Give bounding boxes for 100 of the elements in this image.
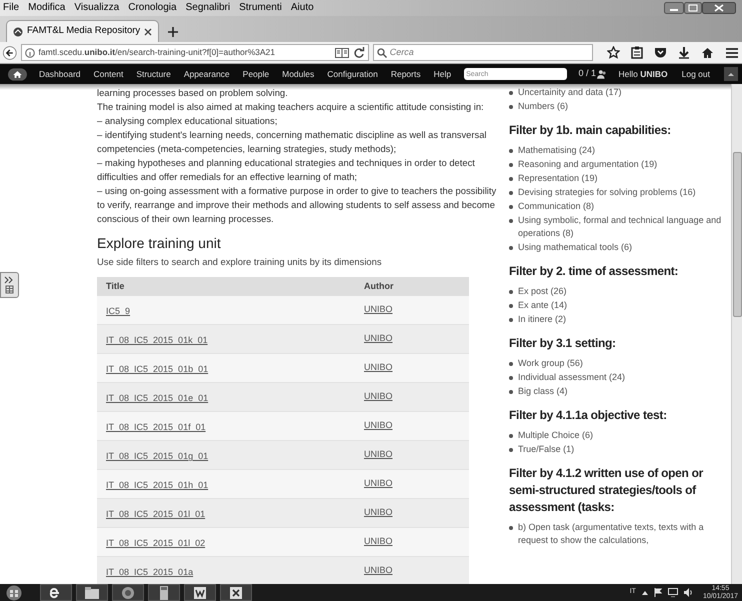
site-icon[interactable] [13,26,23,36]
author-link[interactable]: UNIBO [364,477,393,491]
taskbar-app[interactable] [76,584,108,601]
collapse-icon[interactable] [724,67,738,81]
bullet-icon[interactable] [509,304,513,308]
toolbar-link[interactable]: Help [434,68,452,80]
clipboard-icon[interactable] [631,46,643,59]
author-link[interactable]: UNIBO [364,361,393,375]
bullet-icon[interactable] [509,105,513,109]
menu-item[interactable]: Visualizza [74,3,120,13]
logout-link[interactable]: Log out [682,68,710,80]
download-icon[interactable] [678,46,690,59]
star-icon[interactable] [607,46,620,59]
toolbar-link[interactable]: Content [94,68,124,80]
filter-option[interactable]: Using mathematical tools (6) [518,241,632,254]
search-field[interactable]: Cerca [372,44,593,61]
filter-option[interactable]: Communication (8) [518,200,594,213]
bullet-icon[interactable] [509,149,513,153]
taskbar-app[interactable] [40,584,72,601]
filter-option[interactable]: Devising strategies for solving problems (16) [518,186,696,199]
author-link[interactable]: UNIBO [364,390,393,404]
author-link[interactable]: UNIBO [364,448,393,462]
taskbar-app[interactable] [112,584,144,601]
filter-option[interactable]: Ex post (26) [518,285,567,298]
scrollbar[interactable] [731,84,742,584]
close-icon[interactable] [144,28,152,36]
bullet-icon[interactable] [509,434,513,438]
bullet-icon[interactable] [509,219,513,223]
search-icon[interactable] [376,48,387,58]
bullet-icon[interactable] [509,191,513,195]
menu-item[interactable]: Strumenti [239,3,282,13]
unit-link[interactable]: IT_08_IC5_2015_01k_01 [106,335,208,346]
unit-link[interactable]: IT_08_IC5_2015_01e_01 [106,393,208,404]
maximize-icon[interactable] [684,2,702,14]
filter-option[interactable]: b) Open task (argumentative texts, texts with a request to show the calculations, [518,521,731,547]
filter-option[interactable]: Mathematising (24) [518,144,596,157]
volume-icon[interactable] [684,588,693,597]
toolbar-link[interactable]: Configuration [327,68,378,80]
app-icon[interactable] [82,584,102,600]
author-link[interactable]: UNIBO [364,419,393,433]
reader-icon[interactable] [334,48,349,58]
unit-link[interactable]: IT_08_IC5_2015_01h_01 [106,480,208,490]
filter-option[interactable]: Big class (4) [518,385,568,398]
filter-option[interactable]: Reasoning and argumentation (19) [518,158,658,171]
bullet-icon[interactable] [509,163,513,167]
address-bar[interactable]: famtl.scedu.unibo.it/en/search-training-unit?f[0]=author%3A21 [20,44,369,61]
back-icon[interactable] [3,44,17,62]
filter-option[interactable]: True/False (1) [518,443,574,456]
info-icon[interactable] [24,48,35,58]
home-icon[interactable] [8,68,27,80]
toggle-arrow-icon[interactable] [4,275,16,295]
filter-option[interactable]: Work group (56) [518,357,583,370]
unit-link[interactable]: IT_08_IC5_2015_01l_02 [106,538,206,548]
unit-link[interactable]: IT_08_IC5_2015_01b_01 [106,364,208,374]
author-link[interactable]: UNIBO [364,535,393,549]
filter-option[interactable]: Multiple Choice (6) [518,429,594,442]
filter-option[interactable]: Uncertainity and data (17) [518,86,622,99]
filter-option[interactable]: Ex ante (14) [518,299,568,312]
unit-link[interactable]: IT_08_IC5_2015_01a [106,567,194,578]
minimize-icon[interactable] [664,2,684,14]
bullet-icon[interactable] [509,526,513,530]
toolbar-link[interactable]: Appearance [184,68,230,80]
author-link[interactable]: UNIBO [364,564,393,578]
users-icon[interactable] [597,69,607,79]
flag-icon[interactable] [654,588,662,597]
author-link[interactable]: UNIBO [364,506,393,520]
filter-option[interactable]: Numbers (6) [518,100,568,113]
toolbar-link[interactable]: Modules [282,68,314,80]
author-link[interactable]: UNIBO [364,303,393,317]
filter-option[interactable]: Using symbolic, formal and technical language and operations (8) [518,214,731,240]
pocket-icon[interactable] [654,46,667,58]
toolbar-link[interactable]: Dashboard [38,68,81,80]
bullet-icon[interactable] [509,177,513,181]
toolbar-link[interactable]: Reports [390,68,421,80]
home-icon[interactable] [701,46,714,58]
filter-option[interactable]: Individual assessment (24) [518,371,626,384]
start-icon[interactable] [6,584,22,600]
bullet-icon[interactable] [509,91,513,95]
taskbar-app[interactable] [220,584,252,601]
bullet-icon[interactable] [509,376,513,380]
sidebar-toggle[interactable] [0,272,19,298]
menu-item[interactable]: Cronologia [128,3,177,13]
bullet-icon[interactable] [509,362,513,366]
network-icon[interactable] [668,588,678,597]
bullet-icon[interactable] [509,448,513,452]
bullet-icon[interactable] [509,246,513,250]
menu-item[interactable]: Segnalibri [186,3,230,13]
menu-icon[interactable] [725,46,739,58]
bullet-icon[interactable] [509,205,513,209]
unit-link[interactable]: IT_08_IC5_2015_01g_01 [106,451,208,462]
toolbar-link[interactable]: Structure [136,68,171,80]
bullet-icon[interactable] [509,290,513,294]
filter-option[interactable]: In itinere (2) [518,313,566,326]
close-icon[interactable] [702,2,736,14]
browser-tab[interactable]: FAMT&L Media Repository [6,20,160,42]
tray-arrow-icon[interactable] [642,590,648,595]
filter-option[interactable]: Representation (19) [518,172,598,185]
unit-link[interactable]: IT_08_IC5_2015_01f_01 [106,422,206,432]
taskbar-app[interactable] [184,584,216,601]
bullet-icon[interactable] [509,318,513,322]
